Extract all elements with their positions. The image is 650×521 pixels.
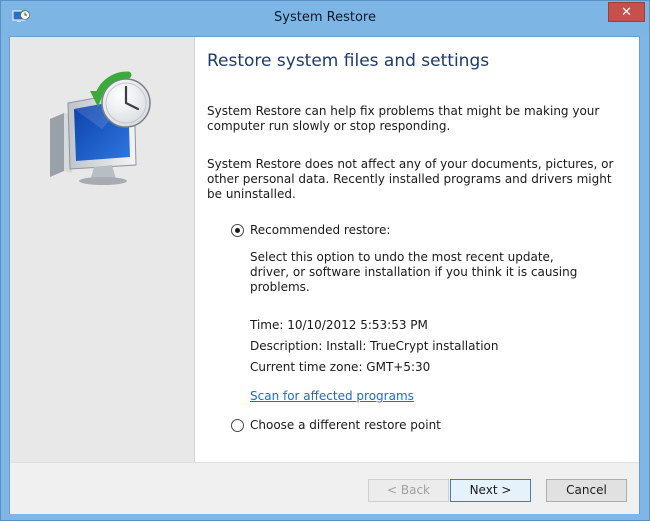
window-title: System Restore — [274, 10, 376, 25]
recommended-restore-description: Select this option to undo the most rece… — [250, 250, 578, 294]
disclaimer-paragraph: System Restore does not affect any of yo… — [207, 157, 614, 201]
cancel-button[interactable]: Cancel — [546, 479, 627, 502]
next-button[interactable]: Next > — [450, 479, 531, 502]
left-graphic-pane — [10, 37, 195, 462]
title-bar[interactable]: System Restore ✕ — [1, 1, 649, 35]
restore-time: Time: 10/10/2012 5:53:53 PM — [250, 318, 428, 332]
system-restore-window: System Restore ✕ Restore system files an… — [0, 0, 650, 521]
back-button[interactable]: < Back — [368, 479, 449, 502]
current-time-zone: Current time zone: GMT+5:30 — [250, 360, 431, 374]
button-bar: < Back Next > Cancel — [10, 462, 639, 514]
recommended-restore-radio[interactable] — [231, 224, 244, 237]
close-button[interactable]: ✕ — [608, 2, 645, 22]
restore-description: Description: Install: TrueCrypt installa… — [250, 339, 499, 353]
different-restore-point-label[interactable]: Choose a different restore point — [250, 418, 441, 432]
scan-affected-programs-link[interactable]: Scan for affected programs — [250, 389, 414, 403]
system-restore-clock-monitor-icon — [50, 71, 151, 185]
content-area: Restore system files and settings System… — [207, 37, 627, 462]
recommended-restore-label[interactable]: Recommended restore: — [250, 223, 390, 237]
page-heading: Restore system files and settings — [207, 51, 490, 71]
intro-paragraph: System Restore can help fix problems tha… — [207, 104, 600, 133]
different-restore-point-radio[interactable] — [231, 419, 244, 432]
dialog-client-area: Restore system files and settings System… — [9, 36, 640, 514]
